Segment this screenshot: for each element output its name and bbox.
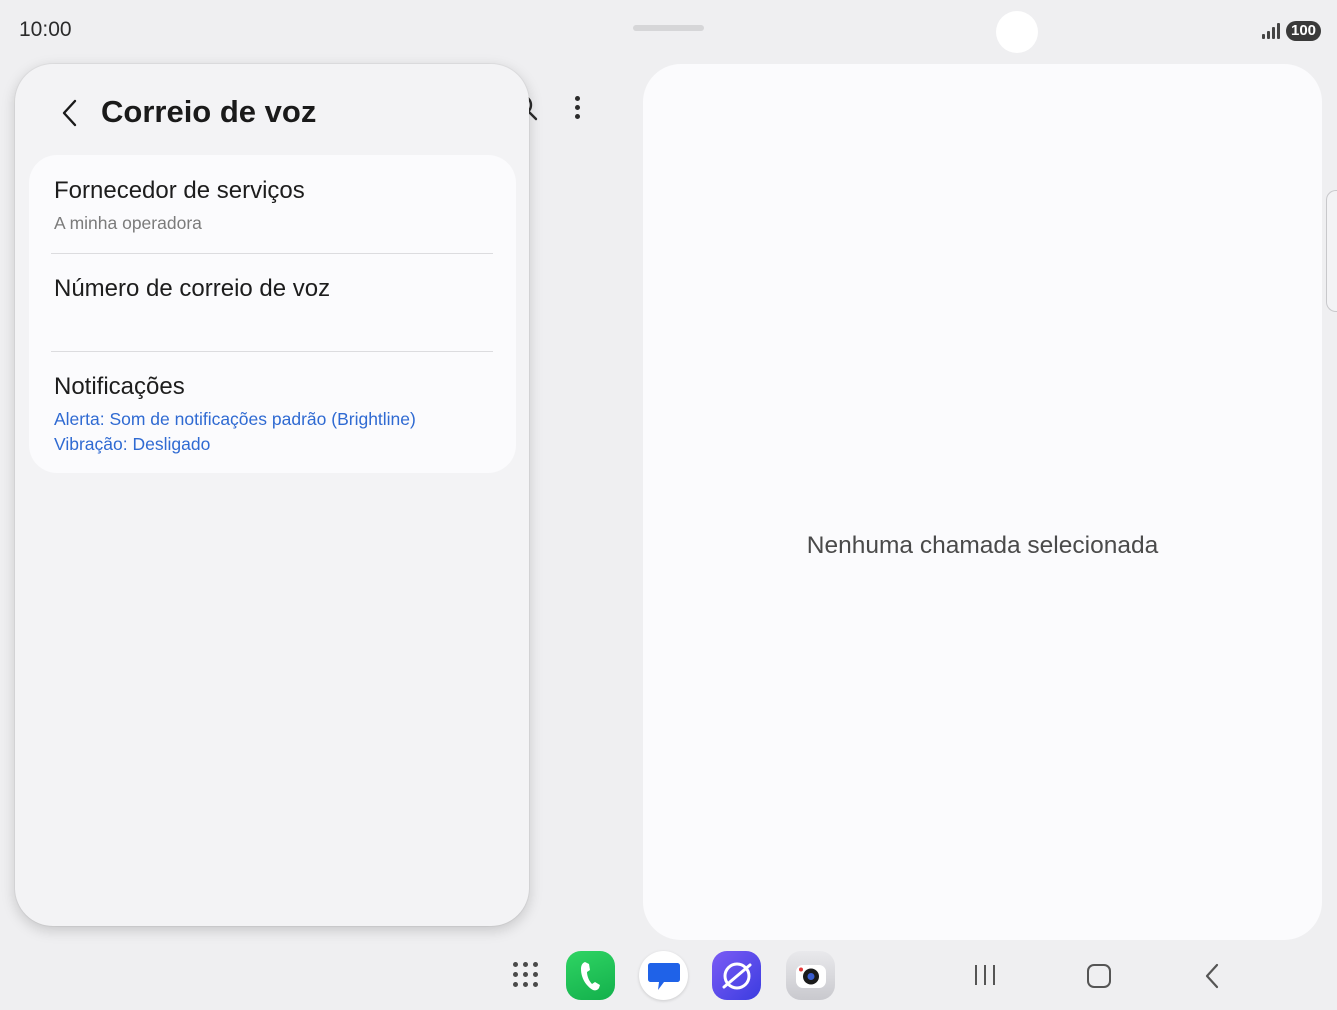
- messages-app-icon[interactable]: [639, 951, 688, 1000]
- service-provider-value: A minha operadora: [54, 213, 202, 233]
- notifications-alert-value: Alerta: Som de notificações padrão (Brig…: [54, 409, 416, 429]
- more-options-icon[interactable]: [571, 94, 583, 122]
- window-drag-handle[interactable]: [633, 25, 704, 31]
- front-camera-cutout: [996, 11, 1038, 53]
- notifications-vibration-value: Vibração: Desligado: [54, 434, 211, 454]
- internet-app-icon[interactable]: [712, 951, 761, 1000]
- voicemail-settings-panel: Correio de voz Fornecedor de serviços A …: [15, 64, 529, 926]
- status-time: 10:00: [19, 18, 72, 41]
- back-icon[interactable]: [1202, 962, 1224, 990]
- edge-panel-handle[interactable]: [1326, 190, 1337, 312]
- signal-strength-icon: [1262, 23, 1280, 39]
- home-icon[interactable]: [1087, 964, 1111, 988]
- notifications-title: Notificações: [54, 373, 185, 400]
- page-title: Correio de voz: [101, 94, 317, 129]
- app-drawer-icon[interactable]: [513, 962, 539, 988]
- settings-card: Fornecedor de serviços A minha operadora…: [29, 155, 516, 473]
- service-provider-title: Fornecedor de serviços: [54, 177, 305, 204]
- camera-app-icon[interactable]: [786, 951, 835, 1000]
- service-provider-item[interactable]: Fornecedor de serviços A minha operadora: [29, 155, 516, 253]
- empty-state-message: Nenhuma chamada selecionada: [806, 532, 1159, 559]
- voicemail-number-title: Número de correio de voz: [54, 275, 331, 302]
- call-detail-pane: Nenhuma chamada selecionada: [643, 64, 1322, 940]
- notifications-item[interactable]: Notificações Alerta: Som de notificações…: [29, 352, 516, 473]
- recents-icon[interactable]: [972, 963, 998, 987]
- battery-level-badge: 100: [1286, 21, 1321, 41]
- back-button[interactable]: [53, 94, 87, 132]
- phone-app-icon[interactable]: [566, 951, 615, 1000]
- voicemail-number-item[interactable]: Número de correio de voz: [29, 254, 516, 351]
- chevron-left-icon: [62, 99, 77, 127]
